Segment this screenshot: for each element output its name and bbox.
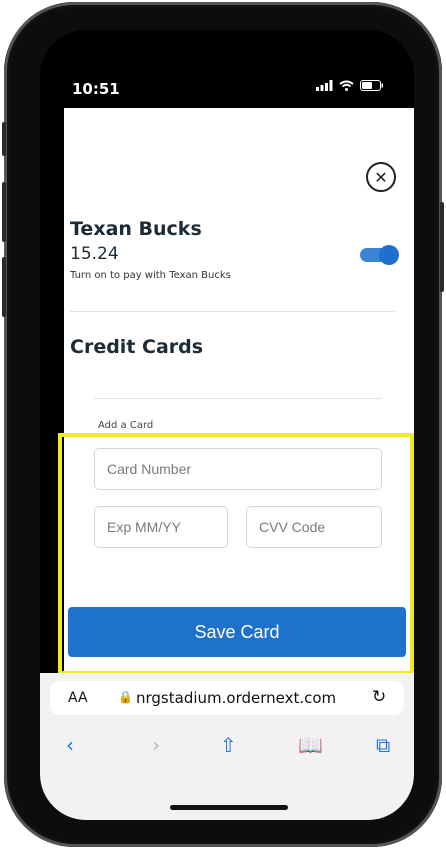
- back-icon[interactable]: ‹: [66, 733, 74, 757]
- reload-icon[interactable]: ↻: [372, 687, 386, 707]
- battery-icon: [360, 80, 383, 91]
- status-time: 10:51: [72, 80, 120, 98]
- lock-icon: 🔒: [118, 690, 133, 704]
- status-icons: [316, 80, 384, 91]
- address-bar[interactable]: AA 🔒 nrgstadium.ordernext.com ↻: [50, 681, 404, 715]
- texan-bucks-balance: 15.24: [70, 244, 119, 264]
- add-card-label: Add a Card: [98, 420, 154, 431]
- text-size-button[interactable]: AA: [68, 690, 88, 706]
- bookmarks-icon[interactable]: 📖: [298, 733, 323, 757]
- save-card-button[interactable]: Save Card: [68, 607, 406, 657]
- close-icon: ✕: [374, 167, 388, 187]
- cvv-input[interactable]: [246, 506, 382, 548]
- phone-screen: 10:51 ✕ Texan Bucks 15.24 Turn on to pay…: [40, 30, 414, 820]
- share-icon[interactable]: ⇧: [220, 733, 237, 757]
- tabs-icon[interactable]: ⧉: [376, 733, 390, 757]
- browser-toolbar: ‹ › ⇧ 📖 ⧉: [40, 727, 414, 763]
- signal-icon: [316, 80, 333, 91]
- exp-date-input[interactable]: [94, 506, 228, 548]
- divider: [94, 398, 382, 399]
- home-indicator: [170, 805, 288, 810]
- card-number-input[interactable]: [94, 448, 382, 490]
- texan-bucks-toggle[interactable]: [360, 245, 399, 265]
- payment-panel: ✕ Texan Bucks 15.24 Turn on to pay with …: [58, 108, 414, 686]
- credit-cards-title: Credit Cards: [70, 336, 204, 358]
- phone-frame: 10:51 ✕ Texan Bucks 15.24 Turn on to pay…: [2, 2, 444, 847]
- mute-switch: [2, 122, 6, 156]
- volume-down-button: [2, 257, 6, 317]
- wifi-icon: [339, 80, 354, 91]
- power-button: [440, 202, 444, 292]
- texan-bucks-title: Texan Bucks: [70, 218, 202, 240]
- forward-icon[interactable]: ›: [152, 733, 160, 757]
- divider: [70, 311, 395, 312]
- url-text[interactable]: nrgstadium.ordernext.com: [136, 689, 336, 707]
- volume-up-button: [2, 182, 6, 242]
- status-bar: 10:51: [40, 30, 414, 108]
- toggle-knob: [379, 245, 399, 265]
- texan-bucks-hint: Turn on to pay with Texan Bucks: [70, 270, 231, 281]
- safari-browser-bar: AA 🔒 nrgstadium.ordernext.com ↻ ‹ › ⇧ 📖 …: [40, 673, 414, 820]
- close-button[interactable]: ✕: [366, 162, 396, 192]
